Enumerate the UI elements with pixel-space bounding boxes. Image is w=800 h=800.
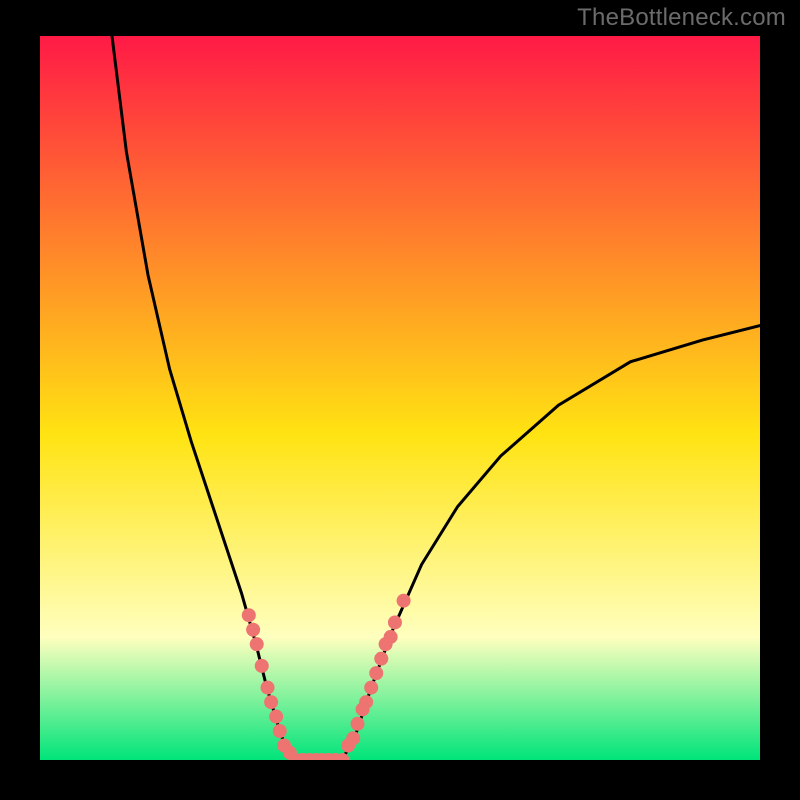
data-point [273,724,287,738]
data-point [351,717,365,731]
data-point [369,666,383,680]
data-point [269,710,283,724]
data-point [364,681,378,695]
plot-area [40,36,760,760]
data-point [264,695,278,709]
watermark-text: TheBottleneck.com [577,4,786,32]
data-point [384,630,398,644]
data-point [397,594,411,608]
data-point [261,681,275,695]
data-point [242,608,256,622]
data-point [374,652,388,666]
data-point [388,615,402,629]
data-point [246,623,260,637]
data-point [250,637,264,651]
data-point [255,659,269,673]
chart-frame: TheBottleneck.com [0,0,800,800]
data-points [40,36,760,760]
data-point [346,731,360,745]
data-point [359,695,373,709]
